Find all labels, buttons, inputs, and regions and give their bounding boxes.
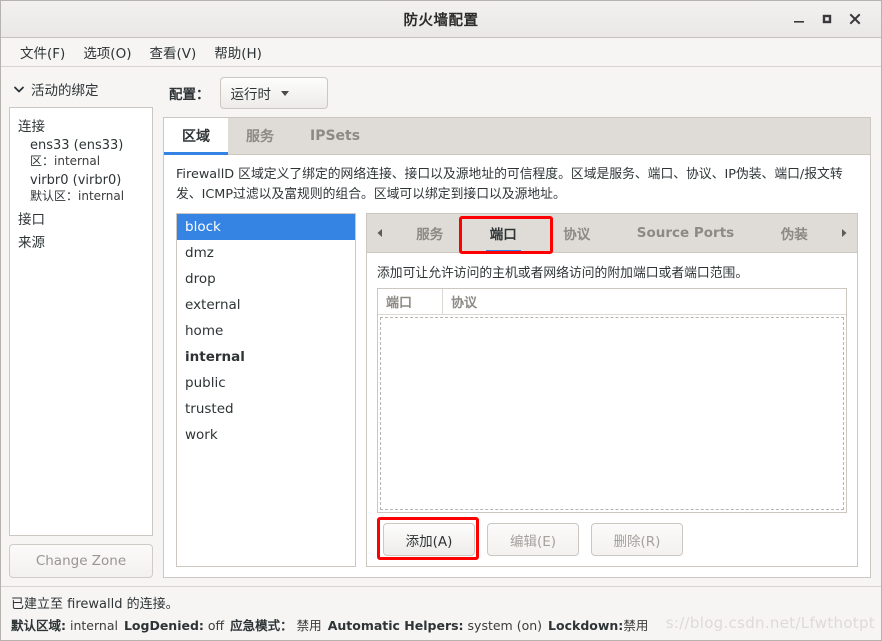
connection-zone-ens33: 区：internal <box>30 152 144 169</box>
ports-table[interactable]: 端口 协议 <box>377 287 847 513</box>
ports-description: 添加可让允许访问的主机或者网络访问的附加端口或者端口范围。 <box>377 265 749 281</box>
main-tabbar: 区域 服务 IPSets <box>164 118 870 155</box>
subtab-services[interactable]: 服务 <box>406 214 453 252</box>
menu-options[interactable]: 选项(O) <box>74 39 140 65</box>
window-title: 防火墙配置 <box>403 12 479 29</box>
zone-detail-notebook: 服务 端口 协议 Source Ports 伪装 添加可让允许访问的主机或者网络… <box>366 212 858 567</box>
ports-button-row: 添加(A) 编辑(E) 删除(R) <box>377 513 847 560</box>
active-bindings-header[interactable]: 活动的绑定 <box>9 77 153 107</box>
chevron-down-icon <box>281 90 289 96</box>
menu-file[interactable]: 文件(F) <box>11 39 74 65</box>
config-label: 配置： <box>169 87 210 103</box>
firewall-status-summary: 默认区域: internal LogDenied: off 应急模式： 禁用 A… <box>9 615 873 634</box>
statusbar: 已建立至 firewalld 的连接。 默认区域: internal LogDe… <box>1 586 881 640</box>
subtab-masquerade[interactable]: 伪装 <box>771 214 818 252</box>
zone-item-internal[interactable]: internal <box>177 344 355 370</box>
chevron-down-icon <box>13 83 25 95</box>
connection-zone-value-ens33: internal <box>54 154 101 168</box>
connection-name-virbr0: virbr0 (virbr0) <box>30 173 122 188</box>
tab-zones[interactable]: 区域 <box>164 118 228 155</box>
active-bindings-label: 活动的绑定 <box>31 83 99 99</box>
zone-list[interactable]: block dmz drop external home internal pu… <box>176 212 356 567</box>
connection-status-message: 已建立至 firewalld 的连接。 <box>11 597 179 612</box>
bindings-group-sources: 来源 <box>18 235 45 251</box>
zone-item-dmz[interactable]: dmz <box>177 240 355 266</box>
ports-panel: 添加可让允许访问的主机或者网络访问的附加端口或者端口范围。 端口 协议 添加(A… <box>367 253 857 566</box>
connection-name-ens33: ens33 (ens33) <box>30 138 124 153</box>
close-icon[interactable] <box>841 5 869 33</box>
configuration-mode-select[interactable]: 运行时 <box>219 77 328 109</box>
remove-button[interactable]: 删除(R) <box>591 523 683 556</box>
ports-table-header: 端口 协议 <box>378 288 846 315</box>
config-row: 配置： 运行时 <box>163 77 871 117</box>
tab-scroll-left-icon[interactable] <box>367 214 393 252</box>
minimize-icon[interactable] <box>785 5 813 33</box>
zone-item-work[interactable]: work <box>177 422 355 448</box>
default-zone-value: internal <box>69 618 118 633</box>
connection-zone-label-virbr0: 默认区： <box>30 189 79 203</box>
bindings-group-connections: 连接 <box>18 119 45 135</box>
list-item[interactable]: virbr0 (virbr0) 默认区：internal <box>30 173 144 204</box>
bindings-group-interfaces: 接口 <box>18 212 45 228</box>
column-header-protocol[interactable]: 协议 <box>443 289 485 314</box>
connection-zone-virbr0: 默认区：internal <box>30 187 144 204</box>
zone-item-external[interactable]: external <box>177 292 355 318</box>
logdenied-value: off <box>207 618 225 633</box>
main-notebook: 区域 服务 IPSets FirewallD 区域定义了绑定的网络连接、接口以及… <box>163 117 871 578</box>
automatic-helpers-label: Automatic Helpers: <box>327 618 464 633</box>
tab-ipsets[interactable]: IPSets <box>292 118 378 154</box>
menubar: 文件(F) 选项(O) 查看(V) 帮助(H) <box>1 38 881 67</box>
edit-button[interactable]: 编辑(E) <box>487 523 579 556</box>
firewall-config-window: 防火墙配置 文件(F) 选项(O) 查看(V) 帮助(H) 活动的绑定 连接 e… <box>0 0 882 641</box>
zone-item-home[interactable]: home <box>177 318 355 344</box>
subtab-source-ports[interactable]: Source Ports <box>627 214 744 252</box>
ports-table-body[interactable] <box>380 316 844 510</box>
zone-detail-tabs: 服务 端口 协议 Source Ports 伪装 <box>393 214 831 253</box>
panic-mode-status: 应急模式： 禁用 <box>230 615 322 634</box>
subtab-protocols[interactable]: 协议 <box>553 214 600 252</box>
logdenied-status: LogDenied: off <box>124 618 224 633</box>
configuration-mode-value: 运行时 <box>230 87 272 103</box>
menu-help[interactable]: 帮助(H) <box>205 39 271 65</box>
automatic-helpers-value: system (on) <box>467 618 543 633</box>
add-button[interactable]: 添加(A) <box>383 523 475 556</box>
panic-mode-label: 应急模式： <box>230 618 293 633</box>
change-zone-button[interactable]: Change Zone <box>9 544 153 578</box>
lockdown-status: Lockdown:禁用 <box>548 615 648 634</box>
menu-view[interactable]: 查看(V) <box>140 39 205 65</box>
connection-zone-label-ens33: 区： <box>30 154 55 168</box>
body-area: 活动的绑定 连接 ens33 (ens33) 区：internal virbr0… <box>1 67 881 586</box>
automatic-helpers-status: Automatic Helpers: system (on) <box>328 618 542 633</box>
logdenied-label: LogDenied: <box>123 618 204 633</box>
zone-item-drop[interactable]: drop <box>177 266 355 292</box>
list-item[interactable]: ens33 (ens33) 区：internal <box>30 138 144 169</box>
main-panel: 配置： 运行时 区域 服务 IPSets FirewallD 区域定义了绑定的网… <box>161 67 881 586</box>
bindings-list[interactable]: 连接 ens33 (ens33) 区：internal virbr0 (virb… <box>9 107 153 536</box>
zone-item-public[interactable]: public <box>177 370 355 396</box>
window-controls <box>785 5 881 33</box>
zones-description: FirewallD 区域定义了绑定的网络连接、接口以及源地址的可信程度。区域是服… <box>176 167 843 202</box>
lockdown-value: 禁用 <box>623 618 649 633</box>
sidebar: 活动的绑定 连接 ens33 (ens33) 区：internal virbr0… <box>1 67 161 586</box>
column-header-port[interactable]: 端口 <box>378 288 443 314</box>
zone-item-trusted[interactable]: trusted <box>177 396 355 422</box>
zones-tab-content: FirewallD 区域定义了绑定的网络连接、接口以及源地址的可信程度。区域是服… <box>164 155 870 577</box>
panic-mode-value: 禁用 <box>296 618 322 633</box>
subtab-ports[interactable]: 端口 <box>480 214 527 253</box>
tab-scroll-right-icon[interactable] <box>831 214 857 252</box>
titlebar: 防火墙配置 <box>1 1 881 38</box>
default-zone-status: 默认区域: internal <box>11 615 118 634</box>
zone-detail-tabbar: 服务 端口 协议 Source Ports 伪装 <box>367 213 857 254</box>
default-zone-label: 默认区域: <box>11 618 66 633</box>
zones-panes: block dmz drop external home internal pu… <box>176 212 858 567</box>
tab-services[interactable]: 服务 <box>228 118 292 154</box>
lockdown-label: Lockdown: <box>548 618 624 633</box>
connection-zone-value-virbr0: internal <box>78 189 125 203</box>
maximize-icon[interactable] <box>813 5 841 33</box>
zone-item-block[interactable]: block <box>177 213 355 240</box>
